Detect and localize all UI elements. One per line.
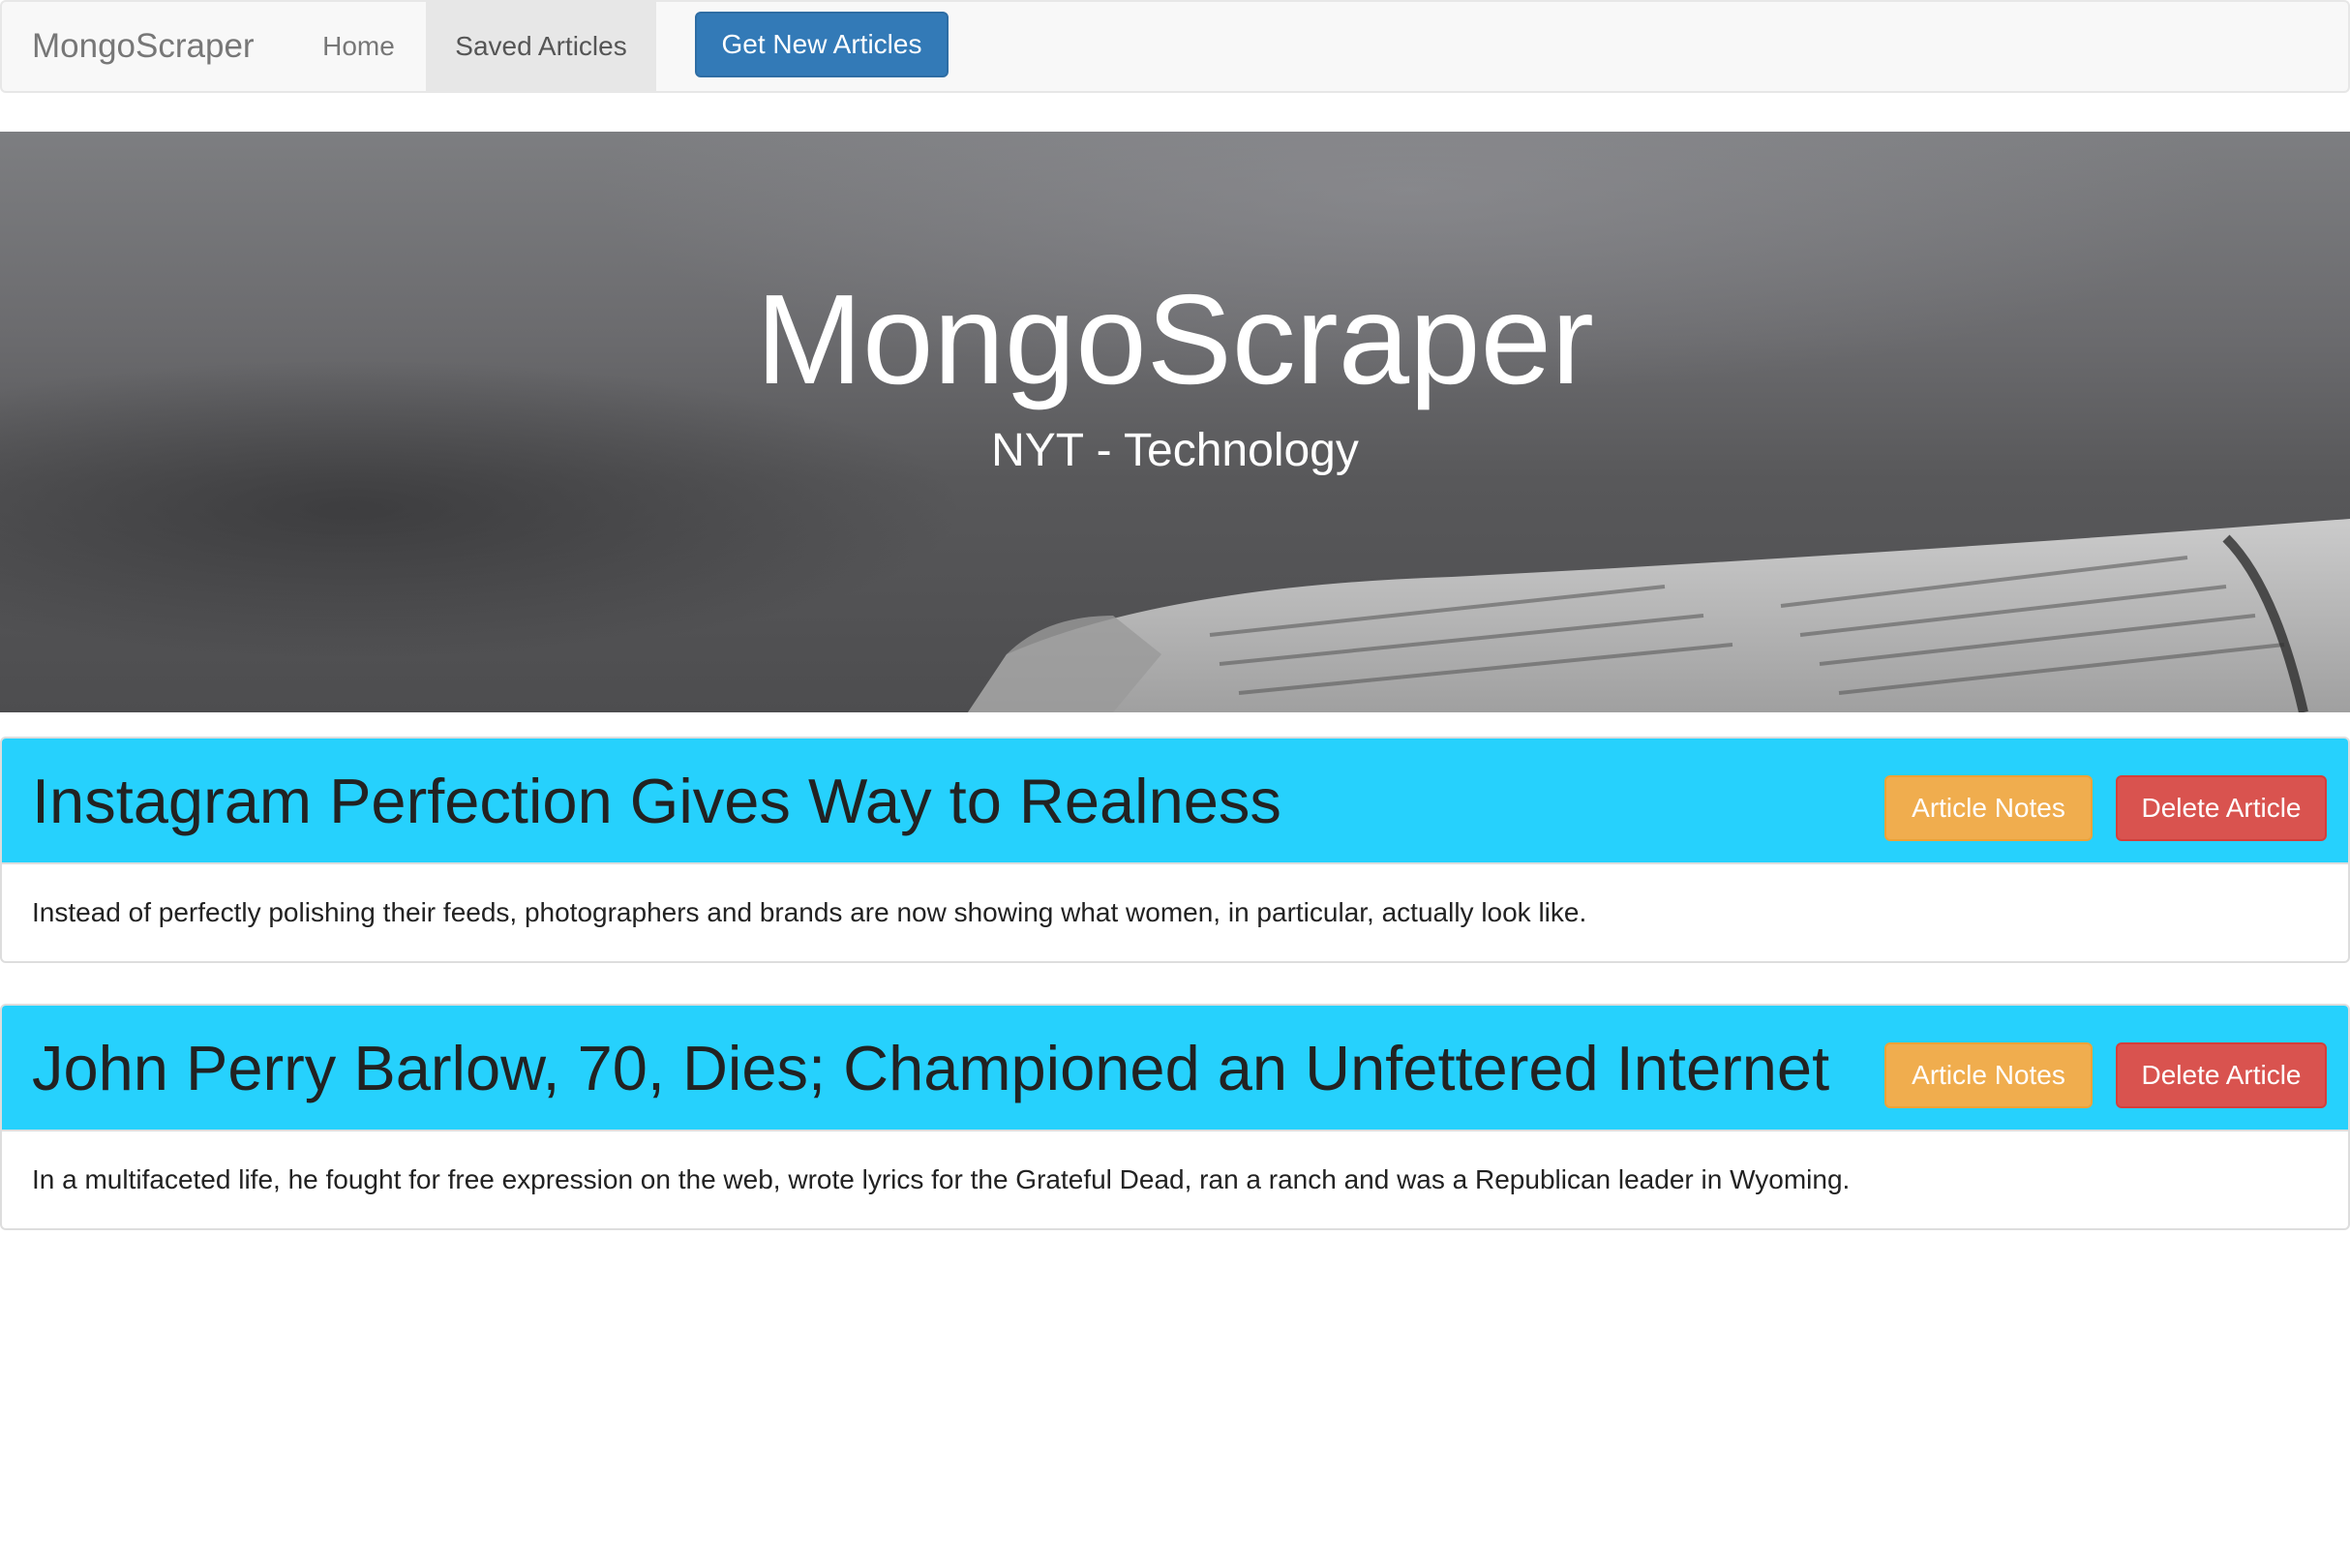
get-new-articles-button[interactable]: Get New Articles — [695, 12, 949, 77]
article-title[interactable]: John Perry Barlow, 70, Dies; Championed … — [32, 1006, 1829, 1131]
delete-article-button[interactable]: Delete Article — [2116, 1042, 2327, 1108]
navbar: MongoScraper Home Saved Articles Get New… — [0, 0, 2350, 93]
navbar-brand[interactable]: MongoScraper — [32, 2, 255, 91]
nav-link-home[interactable]: Home — [293, 2, 424, 91]
article-title[interactable]: Instagram Perfection Gives Way to Realne… — [32, 739, 1281, 864]
hero-subtitle: NYT - Technology — [991, 425, 1359, 476]
article-notes-button[interactable]: Article Notes — [1884, 775, 2093, 841]
nav-link-saved-articles[interactable]: Saved Articles — [426, 2, 656, 91]
article-notes-button[interactable]: Article Notes — [1884, 1042, 2093, 1108]
article-panel-heading: Instagram Perfection Gives Way to Realne… — [2, 739, 2348, 864]
article-summary: In a multifaceted life, he fought for fr… — [32, 1164, 1851, 1194]
hero-title: MongoScraper — [756, 268, 1594, 410]
jumbotron-hero: MongoScraper NYT - Technology — [0, 132, 2350, 712]
article-panel-heading: John Perry Barlow, 70, Dies; Championed … — [2, 1006, 2348, 1131]
delete-article-button[interactable]: Delete Article — [2116, 775, 2327, 841]
article-panel: John Perry Barlow, 70, Dies; Championed … — [0, 1004, 2350, 1230]
article-panel: Instagram Perfection Gives Way to Realne… — [0, 737, 2350, 963]
article-summary: Instead of perfectly polishing their fee… — [32, 897, 1587, 927]
